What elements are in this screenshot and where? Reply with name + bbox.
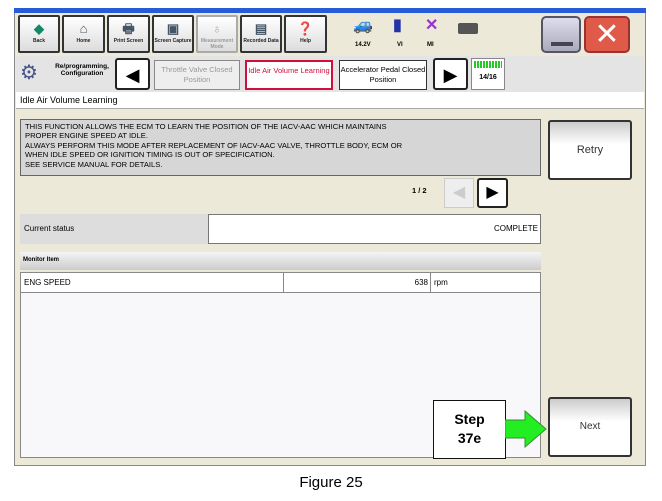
recorded-data-button[interactable]: ▤ Recorded Data [240,15,282,53]
printer-icon: 🖶 [122,21,135,36]
car-icon: 🚙 [353,17,373,34]
page-prev-button[interactable]: ◀ [444,178,474,208]
monitor-item-unit: rpm [434,278,448,287]
recorded-data-label: Recorded Data [243,38,279,44]
reprogramming-icon: ⚙ [20,62,38,84]
mi-label: MI [427,42,434,48]
close-icon: ✕ [594,18,620,51]
help-icon: ❓ [297,21,314,36]
vi-label: VI [397,42,403,48]
page-next-button[interactable]: ▶ [477,178,508,208]
print-screen-label: Print Screen [113,38,144,44]
battery-icon [458,23,478,34]
mi-x-icon: ✕ [425,17,439,34]
monitor-header: Monitor Item [20,252,541,270]
triangle-right-icon: ▶ [443,65,458,85]
measurement-mode-label: Measurement Mode [200,38,234,50]
back-arrow-icon: ◆ [34,21,44,36]
help-label: Help [300,38,311,44]
next-button[interactable]: Next [548,397,632,457]
back-button[interactable]: ◆ Back [18,15,60,53]
monitor-item-name: ENG SPEED [24,278,71,287]
callout-line2: 37e [457,430,482,446]
help-button[interactable]: ❓ Help [284,15,327,53]
minimize-button[interactable] [541,16,581,53]
step-next-button[interactable]: ▶ [433,58,468,90]
description-box: THIS FUNCTION ALLOWS THE ECM TO LEARN TH… [20,119,541,176]
triangle-left-icon: ◀ [452,184,466,201]
back-label: Back [33,38,45,44]
home-button[interactable]: ⌂ Home [62,15,105,53]
triangle-left-icon: ◀ [125,65,140,85]
home-icon: ⌂ [79,21,88,36]
step-accelerator-pedal[interactable]: Accelerator Pedal Closed Position [339,60,427,90]
camera-icon: ▣ [166,21,180,36]
status-area: 🚙 14.2V ▮ VI ✕ MI [345,15,535,53]
progress-indicator: 14/16 [471,58,505,90]
measurement-mode-button[interactable]: ♁ Measurement Mode [196,15,238,53]
page-title: Idle Air Volume Learning [16,92,644,109]
screen-capture-label: Screen Capture [154,38,192,44]
print-screen-button[interactable]: 🖶 Print Screen [107,15,150,53]
step-idle-air-volume[interactable]: Idle Air Volume Learning [245,60,333,90]
minimize-icon [551,42,573,46]
callout-line1: Step [454,411,485,427]
step-prev-button[interactable]: ◀ [115,58,150,90]
section-label: Re/programming, Configuration [55,63,109,77]
current-status-value: COMPLETE [208,214,541,244]
home-label: Home [76,38,91,44]
triangle-right-icon: ▶ [486,184,499,201]
probe-icon: ♁ [212,21,222,36]
screen-capture-button[interactable]: ▣ Screen Capture [152,15,194,53]
current-status-label: Current status [20,214,208,244]
progress-label: 14/16 [479,74,497,81]
monitor-item-value: 638 [283,273,431,292]
voltage-label: 14.2V [355,42,371,48]
green-arrow-icon [505,410,547,448]
figure-caption: Figure 25 [299,474,363,491]
retry-button[interactable]: Retry [548,120,632,180]
table-row[interactable]: ENG SPEED 638 rpm [21,273,540,293]
step-throttle-valve[interactable]: Throttle Valve Closed Position [154,60,240,90]
close-button[interactable]: ✕ [584,16,630,53]
title-bar [14,8,646,13]
step-callout: Step 37e [433,400,506,459]
vi-icon: ▮ [393,17,402,34]
data-icon: ▤ [254,21,268,36]
progress-bar [474,61,502,68]
page-indicator: 1 / 2 [412,186,427,195]
